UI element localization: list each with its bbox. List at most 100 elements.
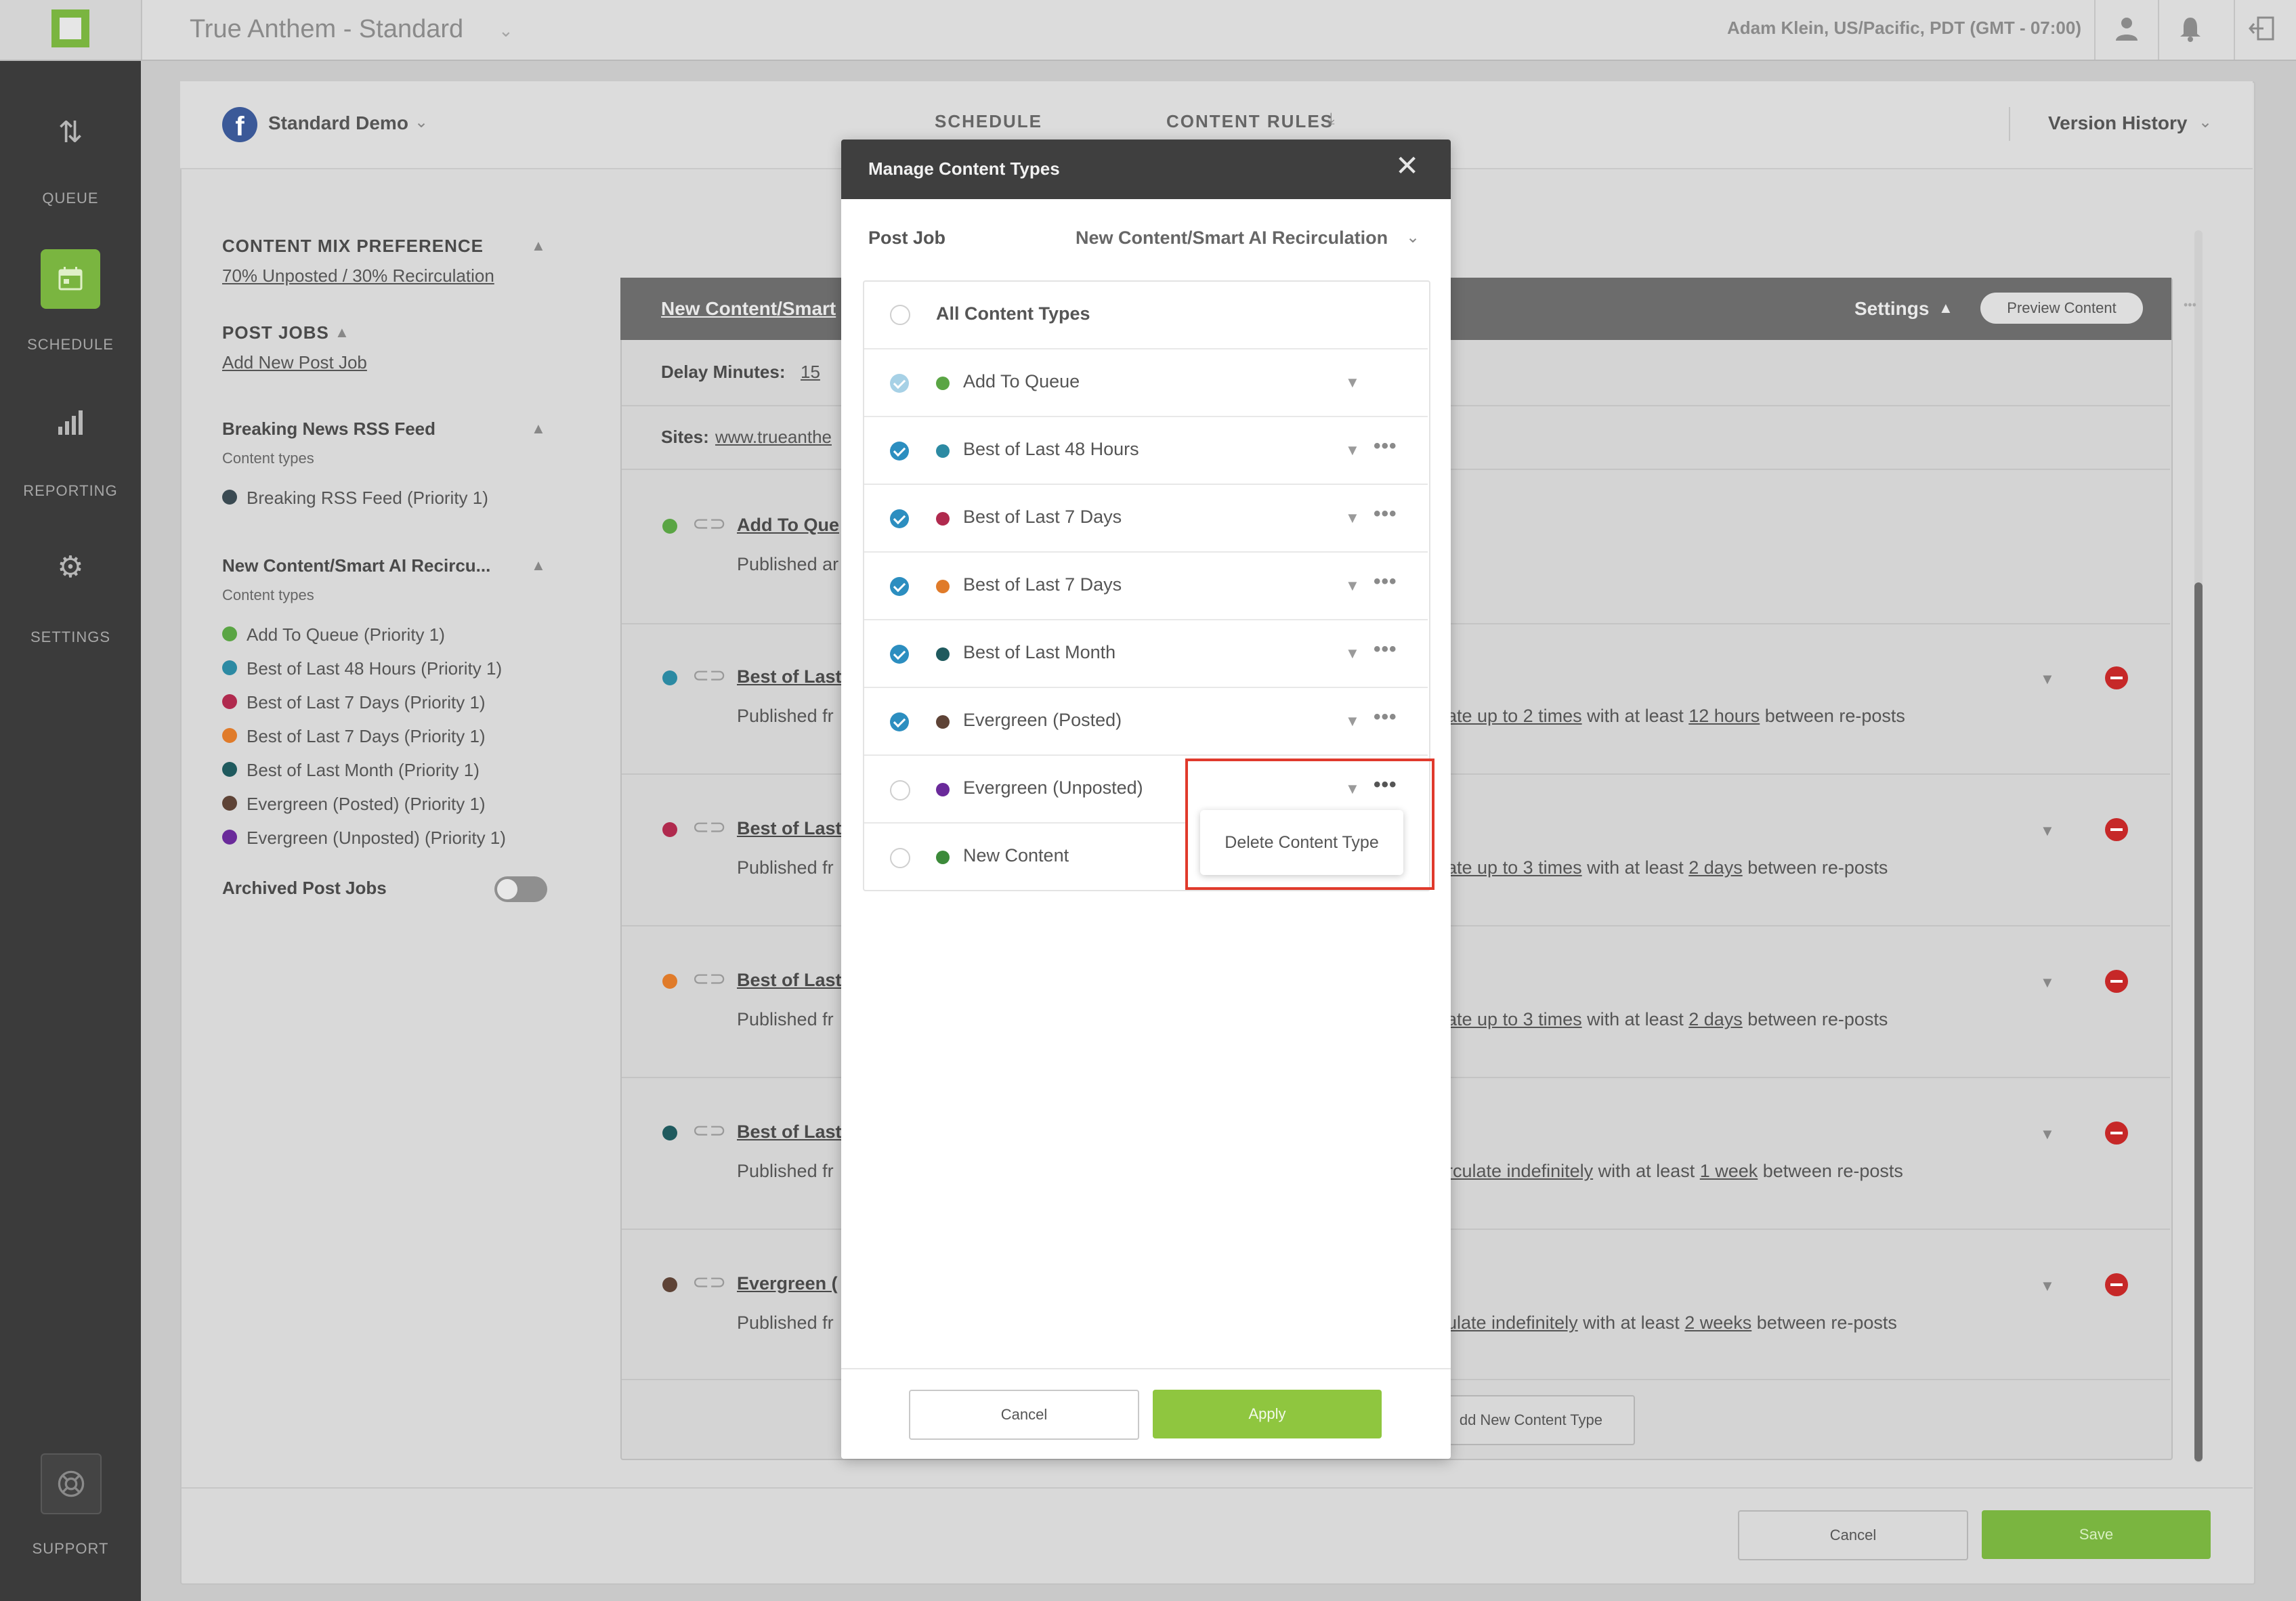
caret-down-icon[interactable]: ▼ <box>2040 822 2055 840</box>
content-type-name[interactable]: Add To Queue <box>963 371 1080 392</box>
logout-button[interactable] <box>2234 0 2296 60</box>
caret-up-icon[interactable]: ▲ <box>531 420 546 437</box>
content-type-checkbox[interactable] <box>890 442 909 461</box>
link-icon[interactable]: ⊂⊃ <box>692 1119 726 1143</box>
content-type-name[interactable]: Evergreen ( <box>737 1273 838 1294</box>
more-options-icon[interactable]: ••• <box>1374 435 1397 458</box>
preview-content-button[interactable]: Preview Content <box>1980 293 2143 324</box>
caret-down-icon[interactable]: ▼ <box>2040 670 2055 688</box>
apply-button[interactable]: Apply <box>1153 1390 1382 1438</box>
caret-down-icon[interactable]: ▼ <box>2040 974 2055 991</box>
settings-toggle[interactable]: Settings <box>1854 298 1929 320</box>
post-job-select[interactable]: New Content/Smart AI Recirculation <box>1076 228 1388 249</box>
tab-content-rules[interactable]: CONTENT RULES <box>1166 111 1334 132</box>
link-icon[interactable]: ⊂⊃ <box>692 664 726 687</box>
content-type-name[interactable]: Best of Last 7 Days <box>963 507 1122 528</box>
caret-up-icon[interactable]: ▲ <box>335 324 349 341</box>
content-type-name[interactable]: Best of Last <box>737 666 842 687</box>
content-type-checkbox[interactable] <box>890 374 909 393</box>
content-type-checkbox[interactable] <box>890 645 909 664</box>
logo-area[interactable] <box>0 0 142 60</box>
notifications-button[interactable] <box>2158 0 2221 60</box>
post-job-title[interactable]: New Content/Smart <box>661 298 836 320</box>
caret-down-icon[interactable]: ▼ <box>1345 509 1360 527</box>
nav-schedule[interactable]: SCHEDULE <box>0 336 141 354</box>
bar-chart-icon[interactable] <box>57 409 84 436</box>
divider <box>182 1487 2253 1489</box>
link-icon[interactable]: ⊂⊃ <box>692 512 726 536</box>
chevron-down-icon[interactable]: ⌄ <box>414 112 428 132</box>
caret-down-icon[interactable]: ▼ <box>1345 577 1360 595</box>
post-job-new-content[interactable]: New Content/Smart AI Recircu... <box>222 555 490 576</box>
tab-schedule[interactable]: SCHEDULE <box>935 111 1042 132</box>
caret-down-icon[interactable]: ▼ <box>2040 1126 2055 1143</box>
all-content-types-label[interactable]: All Content Types <box>936 303 1090 324</box>
content-type-checkbox[interactable] <box>890 712 909 731</box>
nav-settings[interactable]: SETTINGS <box>0 628 141 646</box>
nav-queue[interactable]: QUEUE <box>0 190 141 207</box>
app-title[interactable]: True Anthem - Standard <box>190 15 463 44</box>
more-options-icon[interactable]: ••• <box>1374 638 1397 661</box>
sort-arrows-icon[interactable]: ⇅ <box>0 115 141 150</box>
cancel-button[interactable]: Cancel <box>1738 1510 1968 1560</box>
content-type-name[interactable]: New Content <box>963 845 1069 866</box>
chevron-down-icon[interactable]: ⌄ <box>1406 228 1420 247</box>
content-type-checkbox[interactable] <box>890 780 910 800</box>
gear-icon[interactable]: ⚙ <box>0 550 141 584</box>
save-button[interactable]: Save <box>1982 1510 2211 1559</box>
caret-up-icon[interactable]: ▲ <box>531 557 546 574</box>
nav-schedule-button[interactable] <box>41 249 100 309</box>
link-icon[interactable]: ⊂⊃ <box>692 967 726 991</box>
remove-icon[interactable] <box>2105 818 2128 841</box>
caret-down-icon[interactable]: ▼ <box>1345 712 1360 730</box>
remove-icon[interactable] <box>2105 970 2128 993</box>
sites-value[interactable]: www.trueanthe <box>715 427 832 448</box>
caret-up-icon[interactable]: ▲ <box>531 237 546 255</box>
content-type-name[interactable]: Best of Last <box>737 970 842 991</box>
modal-cancel-button[interactable]: Cancel <box>909 1390 1139 1440</box>
content-type-checkbox[interactable] <box>890 848 910 868</box>
content-type-name[interactable]: Best of Last <box>737 1122 842 1143</box>
chevron-down-icon[interactable]: ⌄ <box>498 20 513 41</box>
link-icon[interactable]: ⊂⊃ <box>692 1271 726 1294</box>
content-mix-link[interactable]: 70% Unposted / 30% Recirculation <box>222 265 494 286</box>
more-options-icon[interactable]: ••• <box>1374 706 1397 729</box>
delay-value[interactable]: 15 <box>801 362 820 383</box>
content-type-checkbox[interactable] <box>890 577 909 596</box>
add-content-type-button[interactable]: dd New Content Type <box>1425 1395 1635 1445</box>
content-type-name[interactable]: Best of Last <box>737 818 842 839</box>
all-content-types-radio[interactable] <box>890 305 910 325</box>
caret-down-icon[interactable]: ▼ <box>1345 374 1360 391</box>
add-post-job-link[interactable]: Add New Post Job <box>222 352 367 373</box>
content-type-name[interactable]: Best of Last 48 Hours <box>963 439 1139 460</box>
scrollbar-thumb[interactable] <box>2194 582 2203 1461</box>
content-type-name[interactable]: Add To Que <box>737 515 839 536</box>
nav-support[interactable]: SUPPORT <box>0 1540 141 1558</box>
archived-toggle[interactable] <box>494 876 547 902</box>
remove-icon[interactable] <box>2105 666 2128 689</box>
caret-up-icon[interactable]: ▲ <box>1938 299 1953 317</box>
more-options-icon[interactable]: ••• <box>1374 503 1397 526</box>
version-history-dropdown[interactable]: Version History <box>2048 112 2187 134</box>
caret-down-icon[interactable]: ▼ <box>1345 442 1360 459</box>
chevron-down-icon[interactable]: ⌄ <box>2198 112 2212 132</box>
content-type-name[interactable]: Evergreen (Posted) <box>963 710 1122 731</box>
content-type-name[interactable]: Best of Last 7 Days <box>963 574 1122 595</box>
caret-down-icon[interactable]: ▼ <box>2040 1277 2055 1295</box>
profile-button[interactable] <box>2094 0 2158 60</box>
remove-icon[interactable] <box>2105 1273 2128 1296</box>
more-options-icon[interactable]: ••• <box>1374 570 1397 593</box>
remove-icon[interactable] <box>2105 1122 2128 1145</box>
nav-reporting[interactable]: REPORTING <box>0 482 141 500</box>
caret-down-icon[interactable]: ▼ <box>1345 645 1360 662</box>
account-selector[interactable]: Standard Demo <box>268 112 408 134</box>
delete-content-type-option[interactable]: Delete Content Type <box>1200 810 1403 875</box>
content-type-name[interactable]: Best of Last Month <box>963 642 1115 663</box>
content-type-checkbox[interactable] <box>890 509 909 528</box>
post-job-breaking-news[interactable]: Breaking News RSS Feed <box>222 419 435 440</box>
download-icon[interactable]: ⤓ <box>1327 110 1335 129</box>
link-icon[interactable]: ⊂⊃ <box>692 815 726 839</box>
close-icon[interactable]: ✕ <box>1395 152 1419 180</box>
support-button[interactable] <box>41 1453 102 1514</box>
content-type-name[interactable]: Evergreen (Unposted) <box>963 777 1143 798</box>
